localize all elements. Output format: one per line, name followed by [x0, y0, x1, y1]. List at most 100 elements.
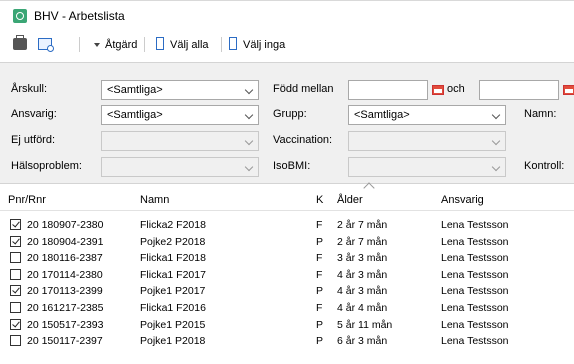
arskull-select[interactable]: <Samtliga>: [101, 80, 259, 100]
halsoproblem-label: Hälsoproblem:: [11, 160, 82, 172]
vaccination-label: Vaccination:: [273, 134, 333, 146]
cell-pnr: 20 161217-2385: [27, 302, 104, 314]
select-all-icon: [156, 37, 164, 50]
ansvarig-label: Ansvarig:: [11, 108, 57, 120]
chevron-down-icon: [244, 110, 254, 120]
window-title: BHV - Arbetslista: [34, 9, 125, 23]
worklist-table: Pnr/Rnr Namn K Ålder Ansvarig 20 180907-…: [0, 182, 574, 364]
cell-k: P: [316, 285, 324, 298]
cell-namn: Flicka1 F2016: [140, 302, 206, 314]
column-header-pnr[interactable]: Pnr/Rnr: [8, 194, 46, 206]
cell-pnr: 20 150117-2397: [27, 335, 103, 348]
chevron-down-icon: [94, 43, 100, 47]
action-label: Åtgärd: [105, 39, 138, 51]
select-all-label: Välj alla: [170, 39, 209, 51]
chevron-down-icon: [491, 110, 501, 120]
cell-k: F: [316, 302, 323, 314]
ej-utford-label: Ej utförd:: [11, 134, 56, 146]
ej-utford-select[interactable]: [101, 131, 259, 151]
arskull-label: Årskull:: [11, 83, 48, 95]
sort-ascending-icon: [363, 182, 375, 194]
select-none-button[interactable]: Välj inga: [227, 30, 301, 58]
table-row[interactable]: 20 161217-2385 Flicka1 F2016 F 4 år 4 mån Le…: [0, 302, 574, 315]
cell-ansvarig: Lena Testsson: [441, 219, 509, 231]
row-checkbox[interactable]: [10, 318, 21, 330]
fodd-from-input[interactable]: [348, 80, 428, 100]
cell-namn: Pojke1 P2015: [140, 318, 206, 331]
table-row[interactable]: 20 150117-2397 Pojke1 P2018 P 6 år 3 mån Len…: [0, 335, 574, 348]
cell-ansvarig: Lena Testsson: [441, 285, 509, 298]
fodd-to-input[interactable]: [479, 80, 559, 100]
toolbar: Åtgärd Välj alla Välj inga: [0, 30, 574, 58]
isobmi-select[interactable]: [348, 157, 506, 177]
table-row[interactable]: 20 180904-2391 Pojke2 P2018 P 2 år 7 mån Len…: [0, 235, 574, 249]
toolbar-separator: [79, 37, 80, 52]
row-checkbox[interactable]: [10, 335, 21, 347]
cell-alder: 5 år 11 mån: [337, 318, 393, 331]
row-checkbox[interactable]: [10, 302, 21, 313]
table-row[interactable]: 20 180116-2387 Flicka1 F2018 F 3 år 3 mån Le…: [0, 252, 574, 265]
column-header-k[interactable]: K: [316, 194, 323, 206]
column-header-alder[interactable]: Ålder: [337, 194, 363, 206]
kontroll-label: Kontroll:: [524, 160, 565, 172]
cell-pnr: 20 150517-2393: [27, 318, 104, 331]
fodd-mellan-label: Född mellan: [273, 83, 334, 95]
row-checkbox[interactable]: [10, 235, 21, 247]
print-icon[interactable]: [13, 35, 27, 50]
action-dropdown-button[interactable]: Åtgärd: [90, 30, 140, 58]
cell-k: F: [316, 252, 323, 265]
filter-panel: Årskull: <Samtliga> Ansvarig: <Samtliga>…: [0, 62, 574, 184]
app-logo-icon: [13, 9, 27, 23]
select-all-button[interactable]: Välj alla: [152, 30, 226, 58]
row-checkbox[interactable]: [10, 268, 21, 280]
cell-pnr: 20 180116-2387: [27, 252, 103, 265]
cell-namn: Pojke1 P2018: [140, 335, 206, 348]
and-label: och: [447, 83, 465, 95]
cell-alder: 4 år 3 mån: [337, 268, 388, 281]
print-preview-icon[interactable]: [38, 38, 54, 52]
chevron-down-icon: [244, 162, 254, 172]
cell-ansvarig: Lena Testsson: [441, 335, 509, 348]
cell-pnr: 20 170113-2399: [27, 285, 103, 298]
table-header: Pnr/Rnr Namn K Ålder Ansvarig: [0, 182, 574, 211]
calendar-icon[interactable]: [432, 85, 444, 95]
cell-ansvarig: Lena Testsson: [441, 268, 509, 281]
select-none-label: Välj inga: [243, 39, 286, 51]
halsoproblem-select[interactable]: [101, 157, 259, 177]
cell-alder: 6 år 3 mån: [337, 335, 388, 348]
grupp-select[interactable]: <Samtliga>: [348, 105, 506, 125]
cell-k: P: [316, 235, 324, 248]
chevron-down-icon: [244, 85, 254, 95]
chevron-down-icon: [491, 162, 501, 172]
cell-alder: 4 år 4 mån: [337, 302, 388, 314]
namn-label: Namn:: [524, 108, 557, 120]
ansvarig-select[interactable]: <Samtliga>: [101, 105, 259, 125]
table-row[interactable]: 20 170113-2399 Pojke1 P2017 P 4 år 3 mån Len…: [0, 285, 574, 298]
calendar-icon[interactable]: [563, 85, 574, 95]
isobmi-label: IsoBMI:: [273, 160, 311, 172]
cell-namn: Flicka1 F2018: [140, 252, 206, 265]
cell-pnr: 20 180904-2391: [27, 235, 104, 248]
chevron-down-icon: [491, 136, 501, 146]
title-bar: BHV - Arbetslista: [0, 0, 574, 30]
vaccination-select[interactable]: [348, 131, 506, 151]
column-header-namn[interactable]: Namn: [140, 194, 169, 206]
cell-pnr: 20 180907-2380: [27, 219, 104, 231]
table-row[interactable]: 20 150517-2393 Pojke1 P2015 P 5 år 11 mån Le…: [0, 318, 574, 332]
toolbar-separator: [221, 37, 222, 52]
cell-k: F: [316, 268, 323, 281]
chevron-down-icon: [244, 136, 254, 146]
row-checkbox[interactable]: [10, 252, 21, 264]
cell-k: P: [316, 318, 324, 331]
row-checkbox[interactable]: [10, 219, 21, 230]
cell-namn: Pojke2 P2018: [140, 235, 206, 248]
table-row[interactable]: 20 180907-2380 Flicka2 F2018 F 2 år 7 mån Le…: [0, 219, 574, 232]
table-row[interactable]: 20 170114-2380 Flicka1 F2017 F 4 år 3 mån Le…: [0, 268, 574, 282]
select-none-icon: [229, 37, 237, 50]
cell-alder: 2 år 7 mån: [337, 235, 388, 248]
column-header-ansvarig[interactable]: Ansvarig: [441, 194, 484, 206]
cell-namn: Flicka2 F2018: [140, 219, 206, 231]
arskull-value: <Samtliga>: [107, 84, 163, 96]
row-checkbox[interactable]: [10, 285, 21, 297]
ansvarig-value: <Samtliga>: [107, 109, 163, 121]
